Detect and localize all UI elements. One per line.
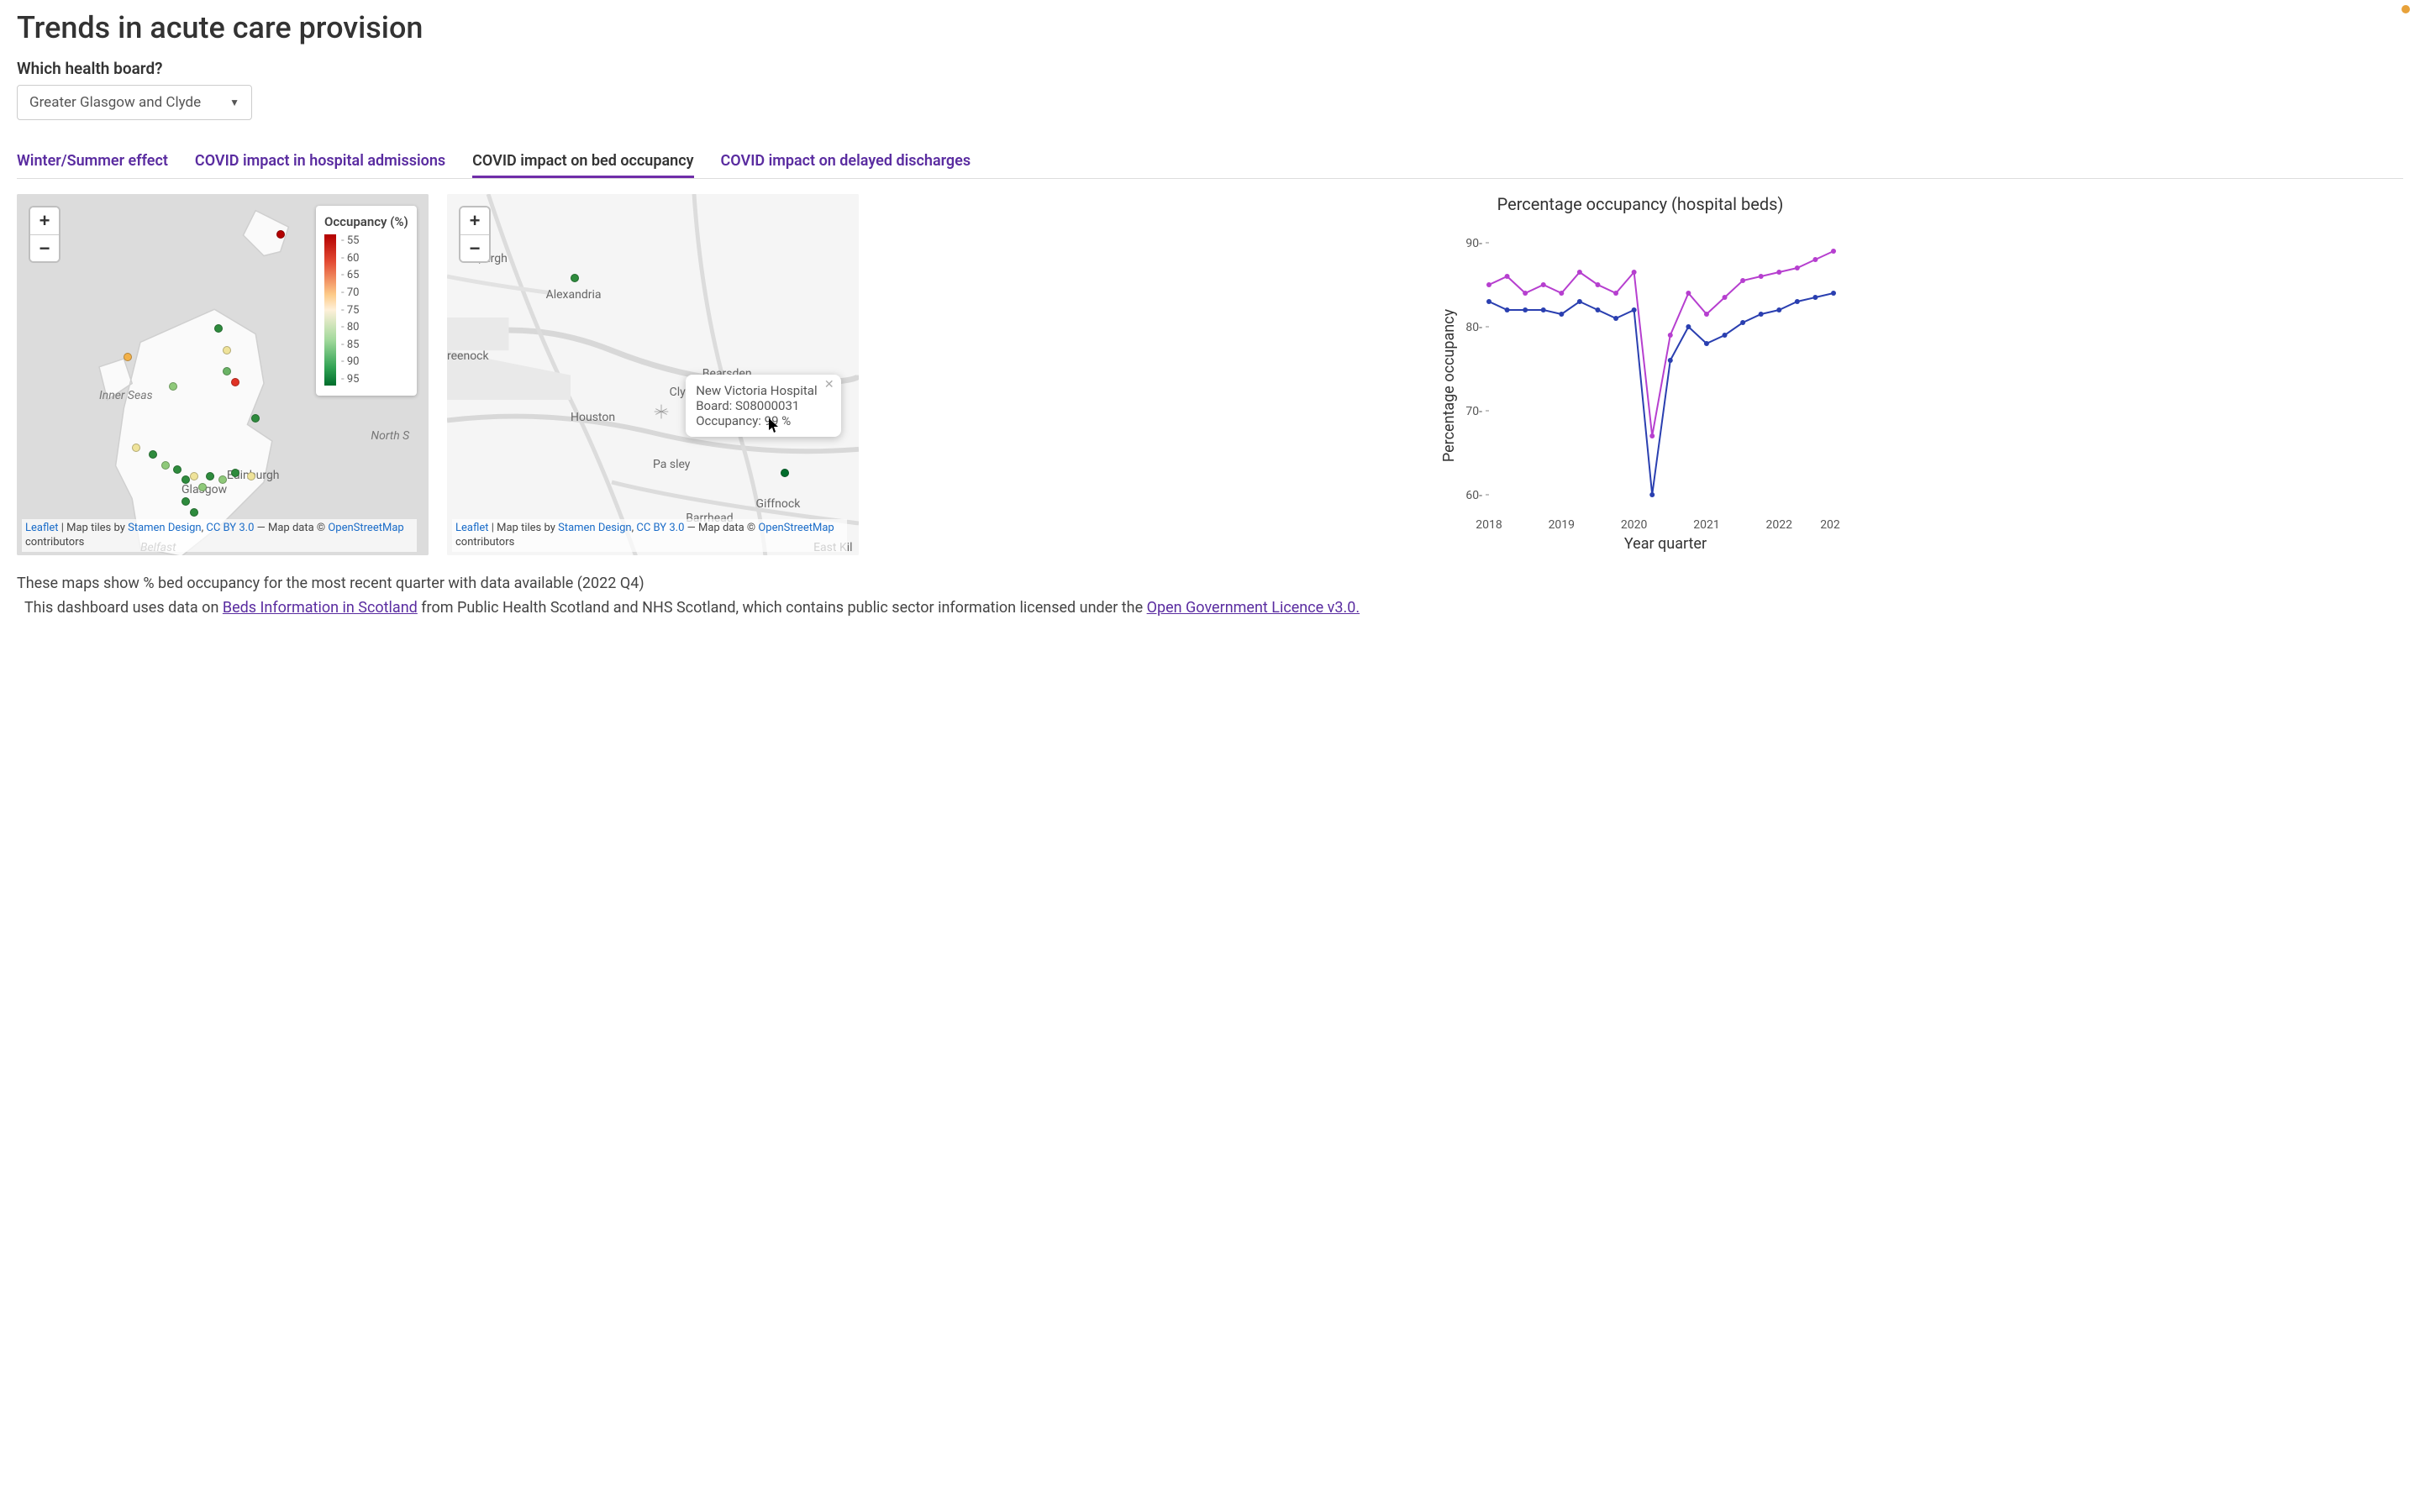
legend-tick: 70 bbox=[341, 286, 359, 299]
page-title: Trends in acute care provision bbox=[17, 10, 2403, 45]
map-label: Inner Seas bbox=[99, 389, 153, 402]
selector-label: Which health board? bbox=[17, 59, 2403, 78]
hospital-marker[interactable] bbox=[781, 469, 789, 477]
legend-occupancy: Occupancy (%) 55 60 65 70 75 80 85 90 95 bbox=[316, 206, 417, 396]
zoom-out-button[interactable]: − bbox=[460, 234, 489, 261]
zoom-control-regional: + − bbox=[459, 206, 491, 263]
legend-tick: 90 bbox=[341, 355, 359, 368]
tab-1[interactable]: COVID impact in hospital admissions bbox=[195, 144, 445, 178]
legend-tick: 60 bbox=[341, 252, 359, 265]
map-regional[interactable]: + − ✕ New Victoria Hospital Board: S0800… bbox=[447, 194, 859, 555]
popup-board-code: Board: S08000031 bbox=[696, 398, 817, 413]
cc-link[interactable]: CC BY 3.0 bbox=[636, 522, 684, 534]
leaflet-link[interactable]: Leaflet bbox=[455, 522, 489, 534]
legend-tick: 80 bbox=[341, 321, 359, 333]
svg-text:202: 202 bbox=[1820, 518, 1840, 532]
stamen-link[interactable]: Stamen Design bbox=[558, 522, 632, 534]
popup-close-icon[interactable]: ✕ bbox=[824, 378, 834, 391]
stamen-link[interactable]: Stamen Design bbox=[128, 522, 202, 534]
tab-0[interactable]: Winter/Summer effect bbox=[17, 144, 168, 178]
legend-tick: 85 bbox=[341, 339, 359, 351]
hospital-marker[interactable] bbox=[173, 465, 182, 474]
hospital-marker[interactable] bbox=[198, 483, 207, 491]
occupancy-chart-panel: Percentage occupancy (hospital beds) 60-… bbox=[877, 194, 2403, 557]
chevron-down-icon: ▼ bbox=[229, 97, 239, 108]
hospital-popup: ✕ New Victoria Hospital Board: S08000031… bbox=[686, 375, 840, 437]
hospital-marker[interactable] bbox=[571, 274, 579, 282]
hospital-marker[interactable] bbox=[276, 230, 285, 239]
hospital-marker[interactable] bbox=[169, 382, 177, 391]
osm-link[interactable]: OpenStreetMap bbox=[758, 522, 834, 534]
svg-text:70-: 70- bbox=[1465, 405, 1482, 418]
svg-text:2020: 2020 bbox=[1621, 518, 1648, 532]
svg-text:90-: 90- bbox=[1465, 237, 1482, 250]
legend-tick: 95 bbox=[341, 373, 359, 386]
tab-2[interactable]: COVID impact on bed occupancy bbox=[472, 144, 693, 178]
tab-bar: Winter/Summer effect COVID impact in hosp… bbox=[17, 144, 2403, 179]
hospital-marker[interactable] bbox=[223, 346, 231, 354]
svg-text:2022: 2022 bbox=[1766, 518, 1793, 532]
leaflet-link[interactable]: Leaflet bbox=[25, 522, 59, 534]
zoom-out-button[interactable]: − bbox=[30, 234, 59, 261]
map-label: Giffnock bbox=[756, 497, 801, 511]
map-label: reenock bbox=[447, 349, 489, 363]
data-source-note: This dashboard uses data on Beds Informa… bbox=[17, 596, 2403, 621]
svg-text:2021: 2021 bbox=[1693, 518, 1719, 532]
select-value: Greater Glasgow and Clyde bbox=[29, 94, 201, 111]
airplane-icon bbox=[653, 403, 670, 420]
zoom-in-button[interactable]: + bbox=[30, 207, 59, 234]
zoom-in-button[interactable]: + bbox=[460, 207, 489, 234]
hospital-marker[interactable] bbox=[190, 508, 198, 517]
beds-info-link[interactable]: Beds Information in Scotland bbox=[223, 599, 418, 617]
popup-hospital-name: New Victoria Hospital bbox=[696, 383, 817, 398]
legend-gradient-bar bbox=[324, 234, 336, 386]
map-attribution-regional: Leaflet | Map tiles by Stamen Design, CC… bbox=[452, 519, 847, 552]
legend-ticks: 55 60 65 70 75 80 85 90 95 bbox=[341, 234, 359, 386]
legend-tick: 75 bbox=[341, 304, 359, 317]
svg-text:Percentage occupancy: Percentage occupancy bbox=[1440, 308, 1458, 462]
svg-text:80-: 80- bbox=[1465, 321, 1482, 334]
legend-tick: 65 bbox=[341, 269, 359, 281]
map-label: Pa sley bbox=[653, 458, 690, 471]
map-attribution-national: Leaflet | Map tiles by Stamen Design, CC… bbox=[22, 519, 417, 552]
health-board-select[interactable]: Greater Glasgow and Clyde ▼ bbox=[17, 85, 252, 120]
popup-occupancy: Occupancy: 99 % bbox=[696, 413, 817, 428]
map-label: Houston bbox=[571, 411, 615, 424]
svg-text:Year quarter: Year quarter bbox=[1624, 535, 1707, 553]
cc-link[interactable]: CC BY 3.0 bbox=[206, 522, 254, 534]
map-national[interactable]: + − Occupancy (%) 55 60 65 70 75 80 85 90 95 Lea… bbox=[17, 194, 429, 555]
hospital-marker[interactable] bbox=[161, 461, 170, 470]
tab-3[interactable]: COVID impact on delayed discharges bbox=[721, 144, 971, 178]
occupancy-line-chart: 60- 70- 80- 90- 2018 2019 2020 2021 2022 202 Year … bbox=[877, 218, 2403, 554]
hospital-marker[interactable] bbox=[231, 469, 239, 477]
status-indicator-dot bbox=[2402, 5, 2410, 13]
svg-text:2019: 2019 bbox=[1549, 518, 1575, 532]
map-label: Alexandria bbox=[546, 288, 602, 302]
svg-text:60-: 60- bbox=[1465, 489, 1482, 502]
maps-note: These maps show % bed occupancy for the … bbox=[17, 572, 2403, 596]
map-label: North S bbox=[371, 429, 409, 443]
zoom-control-national: + − bbox=[29, 206, 60, 263]
svg-text:2018: 2018 bbox=[1476, 518, 1502, 532]
chart-title: Percentage occupancy (hospital beds) bbox=[877, 194, 2403, 214]
legend-tick: 55 bbox=[341, 234, 359, 247]
osm-link[interactable]: OpenStreetMap bbox=[328, 522, 403, 534]
legend-title: Occupancy (%) bbox=[324, 214, 408, 229]
hospital-marker[interactable] bbox=[190, 472, 198, 480]
hospital-marker[interactable] bbox=[214, 324, 223, 333]
hospital-marker[interactable] bbox=[132, 444, 140, 452]
ogl-link[interactable]: Open Government Licence v3.0. bbox=[1147, 599, 1360, 617]
